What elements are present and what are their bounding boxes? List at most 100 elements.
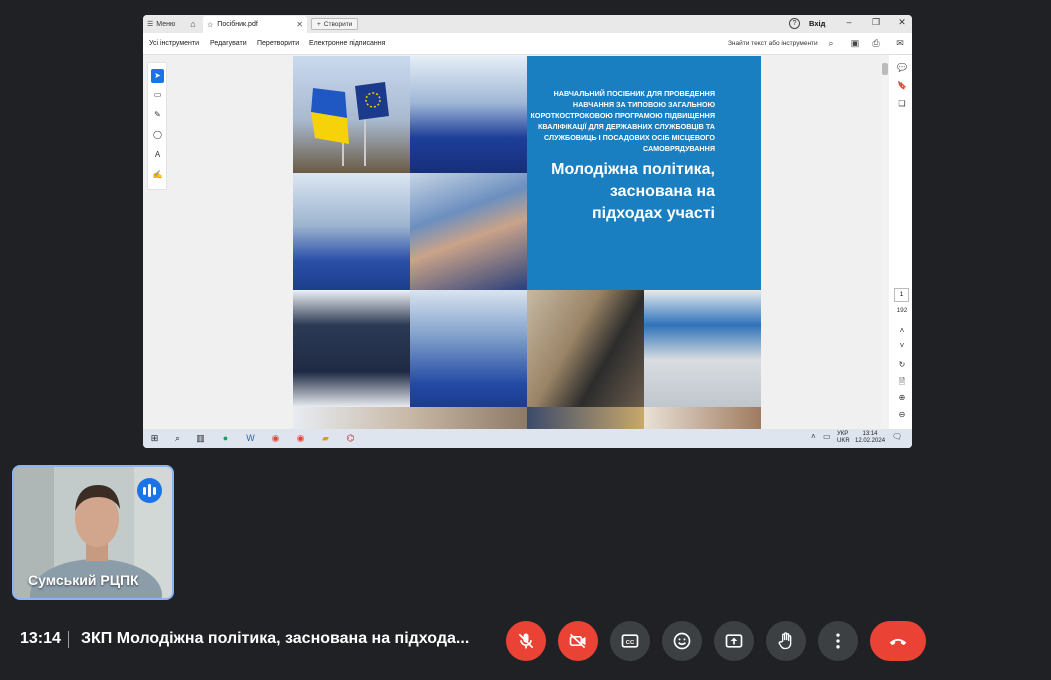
word-icon[interactable]: W [244, 432, 257, 445]
network-icon[interactable]: ▭ [823, 432, 831, 441]
comments-icon[interactable]: 💬 [895, 63, 909, 72]
select-tool-icon[interactable]: ➤ [151, 69, 164, 83]
acrobat-tab-bar: ☰ Меню ⌂ ☆ Посібник.pdf ✕ + Створити ? В… [143, 15, 912, 33]
mic-off-icon [518, 633, 534, 649]
minimize-icon[interactable]: – [842, 17, 856, 27]
chevron-down-icon[interactable]: ˅ [895, 341, 909, 350]
hang-up-icon [889, 638, 907, 646]
menu-edit[interactable]: Редагувати [210, 40, 247, 47]
edge-icon[interactable]: ● [219, 432, 232, 445]
new-tab-label: Створити [323, 20, 353, 28]
mail-icon[interactable]: ✉ [894, 38, 906, 49]
new-tab-button[interactable]: + Створити [311, 18, 359, 30]
refresh-icon[interactable]: ↻ [895, 360, 909, 369]
acrobat-toolbar: Усі інструменти Редагувати Перетворити Е… [143, 33, 912, 55]
photo-laptop [644, 290, 761, 407]
page-total: 192 [896, 307, 908, 314]
cover-subtitle: Навчальний посібник для проведення навча… [530, 89, 716, 153]
document-tab-label: Посібник.pdf [217, 21, 258, 28]
speaking-indicator-icon [137, 478, 162, 503]
stamp-tool-icon[interactable]: ✍ [151, 168, 164, 182]
shared-screen: ☰ Меню ⌂ ☆ Посібник.pdf ✕ + Створити ? В… [143, 15, 912, 448]
hand-icon [778, 632, 792, 650]
language-top: УКР [837, 431, 849, 437]
task-view-icon[interactable]: ▥ [194, 432, 207, 445]
menu-button[interactable]: ☰ Меню [147, 18, 175, 30]
captions-icon: CC [621, 634, 639, 648]
search-taskbar-icon[interactable]: ⌕ [171, 432, 184, 445]
cover-title: Молодіжна політика, заснована на підхода… [551, 161, 715, 222]
search-icon[interactable]: ⌕ [825, 38, 837, 49]
comment-tool-icon[interactable]: ▭ [151, 88, 164, 102]
find-text-field[interactable]: Знайти текст або інструменти [728, 40, 818, 47]
window-close-icon[interactable]: ✕ [895, 17, 909, 28]
language-indicator[interactable]: УКР UKR [837, 431, 850, 445]
bookmark-icon[interactable]: 🔖 [895, 81, 909, 90]
taskbar-time: 13:14 [862, 431, 878, 437]
participant-tile[interactable]: Сумський РЦПК [12, 465, 174, 600]
text-tool-icon[interactable]: A [151, 148, 164, 162]
help-icon[interactable]: ? [789, 18, 800, 29]
chrome-icon[interactable]: ◉ [269, 432, 282, 445]
right-tool-rail: 💬 🔖 ❏ 1 192 ˄ ˅ ↻ 🗎 ⊕ ⊖ [891, 55, 912, 429]
login-button[interactable]: Вхід [809, 19, 825, 28]
pages-icon[interactable]: ❏ [895, 99, 909, 108]
page-number-field[interactable]: 1 [894, 288, 909, 302]
present-screen-button[interactable] [714, 621, 754, 661]
save-icon[interactable]: ▣ [849, 38, 861, 49]
camera-off-icon [569, 633, 586, 649]
more-options-button[interactable] [818, 621, 858, 661]
photo-flags [293, 56, 410, 173]
lasso-tool-icon[interactable]: ◯ [151, 128, 164, 142]
photo-bottom-2 [527, 407, 644, 429]
meeting-title: ЗКП Молодіжна політика, заснована на під… [81, 630, 470, 647]
menu-e-sign[interactable]: Електронне підписання [309, 40, 385, 47]
page-settings-icon[interactable]: 🗎 [895, 376, 909, 390]
file-explorer-icon[interactable]: ▰ [319, 432, 332, 445]
taskbar-clock[interactable]: 13:14 12.02.2024 [855, 431, 885, 445]
leave-call-button[interactable] [870, 621, 926, 661]
pdf-page: Навчальний посібник для проведення навча… [293, 56, 761, 429]
zoom-in-icon[interactable]: ⊕ [895, 393, 909, 402]
menu-all-tools[interactable]: Усі інструменти [149, 40, 199, 47]
windows-start-icon[interactable]: ⊞ [148, 432, 161, 445]
photo-bottom-1 [293, 407, 527, 429]
home-icon[interactable]: ⌂ [187, 18, 199, 30]
document-tab[interactable]: ☆ Посібник.pdf ✕ [203, 16, 307, 33]
windows-taskbar: ⊞ ⌕ ▥ ● W ◉ ◉ ▰ ⌬ ˄ ▭ УКР UKR 13:14 12.0… [143, 429, 912, 448]
document-area[interactable]: Навчальний посібник для проведення навча… [143, 55, 883, 429]
menu-convert[interactable]: Перетворити [257, 40, 299, 47]
language-bottom: UKR [837, 438, 850, 444]
zoom-out-icon[interactable]: ⊖ [895, 410, 909, 419]
restore-icon[interactable]: ❐ [869, 17, 883, 28]
star-icon[interactable]: ☆ [207, 21, 213, 29]
camera-toggle-button[interactable] [558, 621, 598, 661]
photo-group-standing [293, 173, 410, 290]
photo-backpack [293, 290, 410, 407]
acrobat-icon[interactable]: ⌬ [344, 432, 357, 445]
photo-bottom-3 [644, 407, 761, 429]
close-tab-icon[interactable]: ✕ [296, 20, 303, 29]
raise-hand-button[interactable] [766, 621, 806, 661]
emoji-button[interactable] [662, 621, 702, 661]
participant-name: Сумський РЦПК [28, 572, 139, 588]
captions-button[interactable]: CC [610, 621, 650, 661]
print-icon[interactable]: ⎙ [870, 38, 882, 49]
photo-audience [410, 290, 527, 407]
notifications-icon[interactable]: 🗨 [892, 432, 902, 441]
vertical-scrollbar[interactable] [881, 55, 889, 429]
plus-icon: + [317, 20, 321, 28]
scrollbar-thumb[interactable] [882, 63, 888, 75]
flags-icon [311, 82, 389, 166]
mic-toggle-button[interactable] [506, 621, 546, 661]
chrome-profile-icon[interactable]: ◉ [294, 432, 307, 445]
pen-tool-icon[interactable]: ✎ [151, 108, 164, 122]
tray-chevron-icon[interactable]: ˄ [811, 432, 816, 441]
photo-discussion [410, 173, 527, 290]
more-vert-icon [836, 633, 840, 649]
present-icon [725, 634, 743, 648]
meeting-time: 13:14 [20, 630, 61, 647]
taskbar-date: 12.02.2024 [855, 438, 886, 444]
chevron-up-icon[interactable]: ˄ [895, 326, 909, 335]
hamburger-icon: ☰ [147, 21, 154, 28]
